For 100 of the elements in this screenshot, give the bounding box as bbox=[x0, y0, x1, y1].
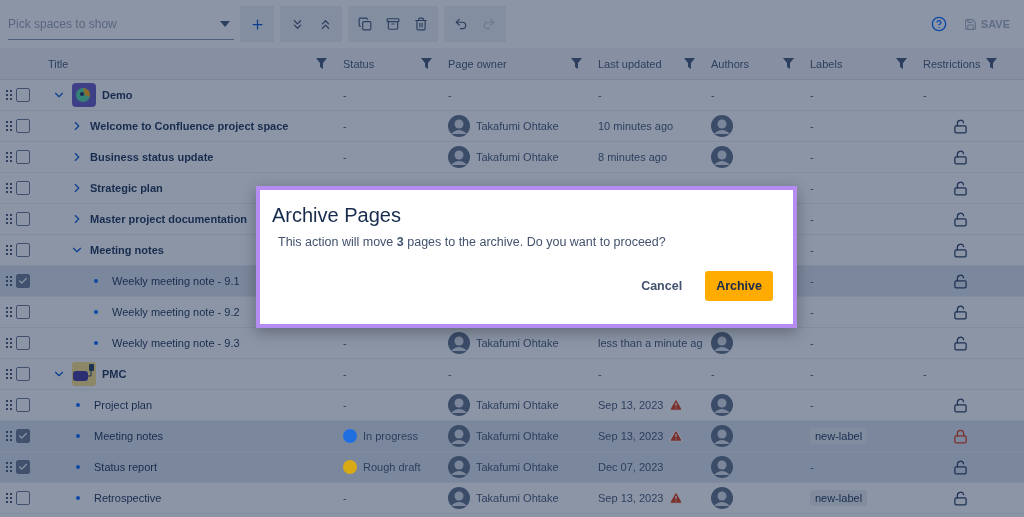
owner-avatar-icon bbox=[448, 114, 470, 138]
unlocked-icon[interactable] bbox=[952, 335, 968, 351]
page-title[interactable]: Meeting notes bbox=[90, 244, 164, 256]
filter-icon[interactable] bbox=[896, 58, 907, 69]
drag-handle-icon[interactable] bbox=[6, 431, 12, 441]
drag-handle-icon[interactable] bbox=[6, 338, 12, 348]
drag-handle-icon[interactable] bbox=[6, 400, 12, 410]
locked-icon[interactable] bbox=[952, 428, 968, 444]
author-avatar-icon bbox=[711, 114, 733, 138]
drag-handle-icon[interactable] bbox=[6, 307, 12, 317]
filter-icon[interactable] bbox=[316, 58, 327, 69]
cell-text: - bbox=[448, 89, 452, 101]
cell-text: 10 minutes ago bbox=[598, 120, 674, 132]
row-checkbox[interactable] bbox=[16, 212, 30, 226]
label-tag[interactable]: new-label bbox=[810, 428, 868, 444]
page-title[interactable]: Strategic plan bbox=[90, 182, 163, 194]
row-checkbox[interactable] bbox=[16, 119, 30, 133]
drag-handle-icon[interactable] bbox=[6, 462, 12, 472]
page-title[interactable]: Welcome to Confluence project space bbox=[90, 120, 289, 132]
row-checkbox[interactable] bbox=[16, 88, 30, 102]
cell-text: - bbox=[810, 89, 814, 101]
column-header[interactable]: Authors bbox=[711, 57, 749, 70]
row-checkbox[interactable] bbox=[16, 460, 30, 474]
cell-text: - bbox=[598, 89, 602, 101]
page-title[interactable]: Weekly meeting note - 9.1 bbox=[112, 275, 240, 287]
page-title[interactable]: Demo bbox=[102, 89, 133, 101]
column-header[interactable]: Restrictions bbox=[923, 57, 981, 70]
author-avatar-icon bbox=[711, 393, 733, 417]
cell-text: - bbox=[448, 368, 452, 380]
label-tag[interactable]: new-label bbox=[810, 490, 868, 506]
column-header[interactable]: Last updated bbox=[598, 57, 662, 70]
cell-text: - bbox=[711, 89, 715, 101]
column-header[interactable]: Labels bbox=[810, 57, 843, 70]
filter-icon[interactable] bbox=[571, 58, 582, 69]
cell-text: - bbox=[598, 368, 602, 380]
drag-handle-icon[interactable] bbox=[6, 493, 12, 503]
drag-handle-icon[interactable] bbox=[6, 276, 12, 286]
column-header[interactable]: Title bbox=[48, 57, 69, 70]
row-checkbox[interactable] bbox=[16, 243, 30, 257]
page-title[interactable]: Project plan bbox=[94, 399, 153, 411]
cell-text: Takafumi Ohtake bbox=[476, 399, 559, 411]
row-checkbox[interactable] bbox=[16, 429, 30, 443]
cell-text: Dec 07, 2023 bbox=[598, 461, 664, 473]
row-checkbox[interactable] bbox=[16, 274, 30, 288]
unlocked-icon[interactable] bbox=[952, 242, 968, 258]
cell-text: - bbox=[810, 337, 814, 349]
page-title[interactable]: Master project documentation bbox=[90, 213, 248, 225]
cell-text: Takafumi Ohtake bbox=[476, 337, 559, 349]
cell-text: Takafumi Ohtake bbox=[476, 120, 559, 132]
drag-handle-icon[interactable] bbox=[6, 369, 12, 379]
column-header[interactable]: Page owner bbox=[448, 57, 507, 70]
author-avatar-icon bbox=[711, 455, 733, 479]
drag-handle-icon[interactable] bbox=[6, 245, 12, 255]
cell-text: Takafumi Ohtake bbox=[476, 492, 559, 504]
filter-icon[interactable] bbox=[986, 58, 997, 69]
drag-handle-icon[interactable] bbox=[6, 121, 12, 131]
page-title[interactable]: Status report bbox=[94, 461, 157, 473]
page-title[interactable]: Business status update bbox=[90, 151, 214, 163]
unlocked-icon[interactable] bbox=[952, 118, 968, 134]
unlocked-icon[interactable] bbox=[952, 459, 968, 475]
drag-handle-icon[interactable] bbox=[6, 152, 12, 162]
cell-text: 8 minutes ago bbox=[598, 151, 668, 163]
row-checkbox[interactable] bbox=[16, 336, 30, 350]
cell-text: - bbox=[810, 275, 814, 287]
unlocked-icon[interactable] bbox=[952, 273, 968, 289]
cell-text: - bbox=[343, 151, 347, 163]
cancel-button[interactable]: Cancel bbox=[630, 271, 694, 301]
column-header[interactable]: Status bbox=[343, 57, 375, 70]
drag-handle-icon[interactable] bbox=[6, 90, 12, 100]
unlocked-icon[interactable] bbox=[952, 180, 968, 196]
save-icon bbox=[963, 17, 977, 31]
row-checkbox[interactable] bbox=[16, 150, 30, 164]
unlocked-icon[interactable] bbox=[952, 397, 968, 413]
cell-text: In progress bbox=[363, 430, 419, 442]
bullet-icon bbox=[76, 403, 80, 407]
bullet-icon bbox=[94, 310, 98, 314]
row-checkbox[interactable] bbox=[16, 305, 30, 319]
drag-handle-icon[interactable] bbox=[6, 214, 12, 224]
page-title[interactable]: Weekly meeting note - 9.3 bbox=[112, 337, 240, 349]
row-checkbox[interactable] bbox=[16, 367, 30, 381]
unlocked-icon[interactable] bbox=[952, 211, 968, 227]
page-title[interactable]: Retrospective bbox=[94, 492, 162, 504]
unlocked-icon[interactable] bbox=[952, 490, 968, 506]
unlocked-icon[interactable] bbox=[952, 304, 968, 320]
archive-button[interactable]: Archive bbox=[705, 271, 773, 301]
page-title[interactable]: Weekly meeting note - 9.2 bbox=[112, 306, 240, 318]
cell-text: - bbox=[810, 244, 814, 256]
row-checkbox[interactable] bbox=[16, 181, 30, 195]
cell-text: - bbox=[343, 399, 347, 411]
page-title[interactable]: PMC bbox=[102, 368, 127, 380]
dropdown-caret-icon[interactable] bbox=[220, 21, 230, 27]
row-checkbox[interactable] bbox=[16, 491, 30, 505]
filter-icon[interactable] bbox=[684, 58, 695, 69]
page-title[interactable]: Meeting notes bbox=[94, 430, 164, 442]
unlocked-icon[interactable] bbox=[952, 149, 968, 165]
drag-handle-icon[interactable] bbox=[6, 183, 12, 193]
filter-icon[interactable] bbox=[421, 58, 432, 69]
row-checkbox[interactable] bbox=[16, 398, 30, 412]
cell-text: - bbox=[343, 368, 347, 380]
filter-icon[interactable] bbox=[783, 58, 794, 69]
